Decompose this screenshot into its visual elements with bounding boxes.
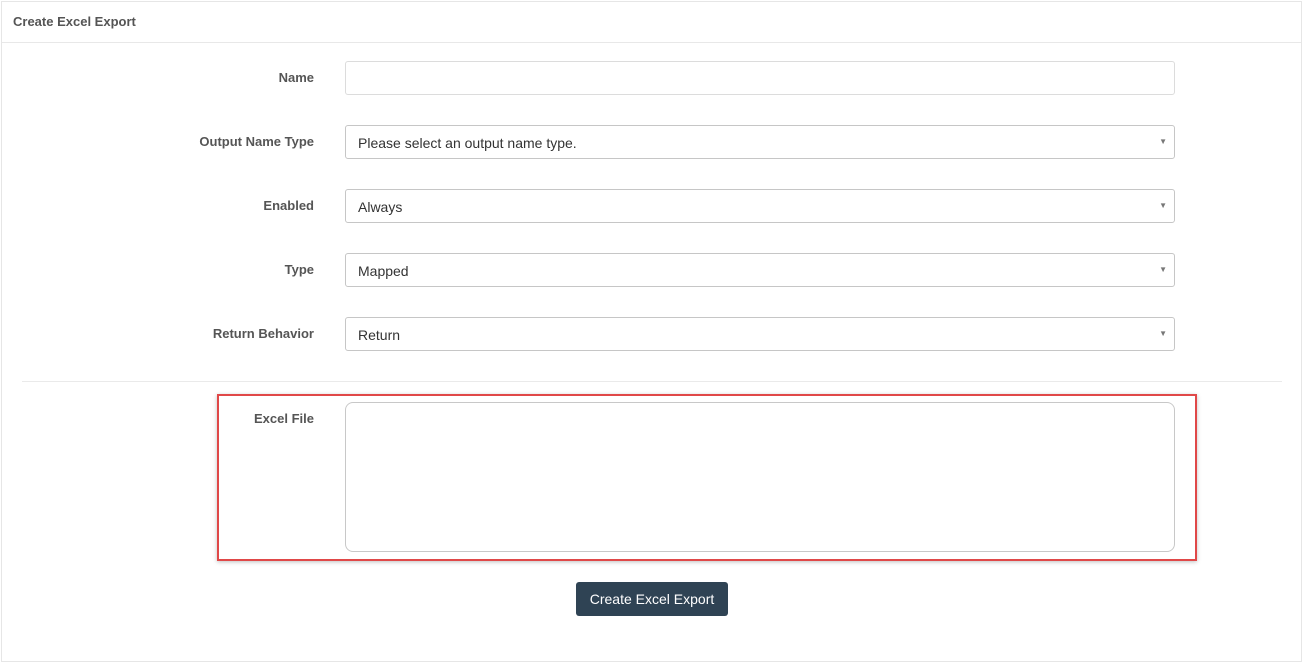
caret-down-icon: ▼ xyxy=(1159,137,1167,146)
enabled-label: Enabled xyxy=(263,198,314,213)
output-name-type-label: Output Name Type xyxy=(199,134,314,149)
return-behavior-label: Return Behavior xyxy=(212,326,314,341)
form-divider xyxy=(22,381,1282,382)
panel-header: Create Excel Export xyxy=(2,2,1301,43)
caret-down-icon: ▼ xyxy=(1159,329,1167,338)
type-value: Mapped xyxy=(358,263,409,279)
excel-file-label: Excel File xyxy=(254,411,314,426)
output-name-type-select[interactable]: Please select an output name type. ▼ xyxy=(345,125,1175,159)
caret-down-icon: ▼ xyxy=(1159,265,1167,274)
name-input[interactable] xyxy=(345,61,1175,95)
output-name-type-value: Please select an output name type. xyxy=(358,135,577,151)
panel-title: Create Excel Export xyxy=(13,14,136,29)
type-select[interactable]: Mapped ▼ xyxy=(345,253,1175,287)
enabled-select[interactable]: Always ▼ xyxy=(345,189,1175,223)
type-label: Type xyxy=(284,262,314,277)
return-behavior-value: Return xyxy=(358,327,401,343)
excel-file-textarea[interactable] xyxy=(345,402,1175,552)
return-behavior-select[interactable]: Return ▼ xyxy=(345,317,1175,351)
caret-down-icon: ▼ xyxy=(1159,201,1167,210)
enabled-value: Always xyxy=(358,199,403,215)
create-excel-export-button[interactable]: Create Excel Export xyxy=(576,582,728,616)
name-label: Name xyxy=(278,70,314,85)
